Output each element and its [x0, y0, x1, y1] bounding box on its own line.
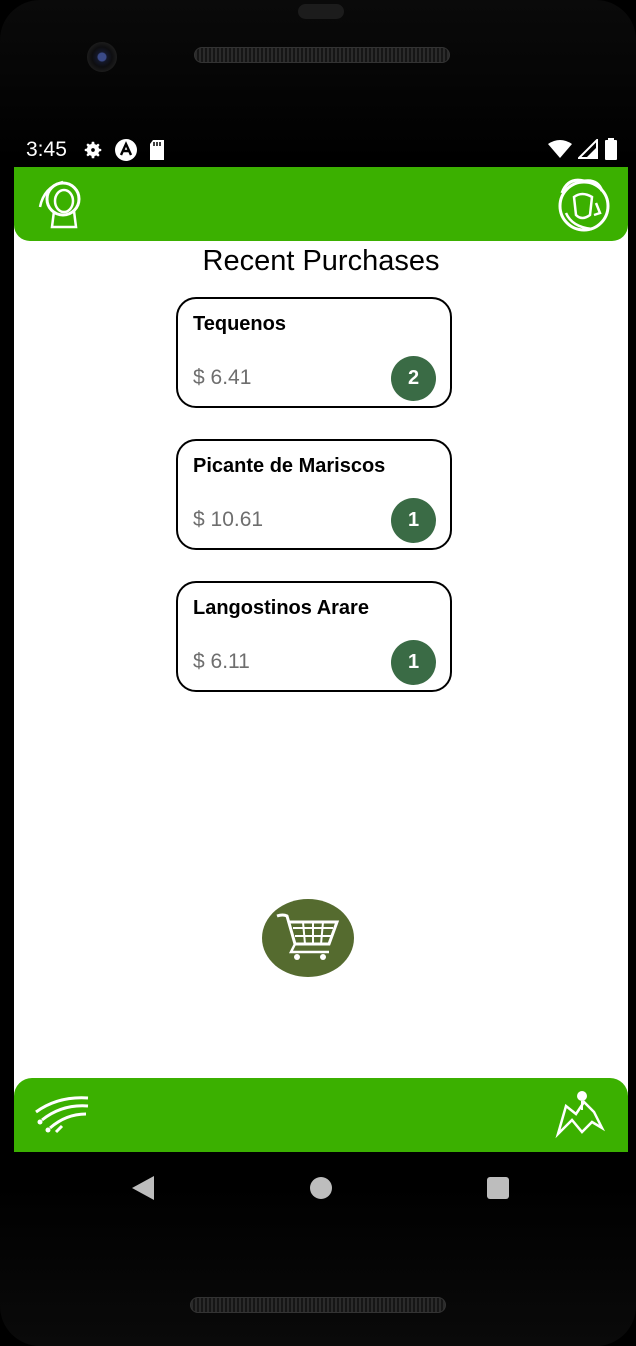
- quantity-badge: 2: [391, 356, 436, 401]
- purchase-price: $ 6.41: [193, 366, 252, 389]
- back-icon[interactable]: [130, 1174, 156, 1202]
- app-screen: Recent Purchases Tequenos $ 6.41 2 Pican…: [14, 167, 628, 1152]
- purchase-card[interactable]: Picante de Mariscos $ 10.61 1: [176, 439, 452, 550]
- settings-icon: [82, 139, 104, 166]
- purchase-name: Langostinos Arare: [193, 597, 369, 619]
- wifi-menu-icon: [34, 1096, 90, 1140]
- chef-logo-button[interactable]: [552, 173, 614, 235]
- map-button[interactable]: [554, 1088, 606, 1140]
- top-app-bar: [14, 167, 628, 241]
- wifi-icon: [548, 139, 572, 164]
- status-right-icons: [548, 137, 618, 165]
- purchase-price: $ 6.11: [193, 650, 250, 673]
- purchase-list: Tequenos $ 6.41 2 Picante de Mariscos $ …: [176, 297, 452, 723]
- system-nav-bar: [14, 1152, 628, 1224]
- status-left-icons: [82, 138, 166, 167]
- page-title: Recent Purchases: [202, 245, 440, 277]
- quantity-badge: 1: [391, 498, 436, 543]
- earpiece-speaker: [194, 47, 450, 63]
- purchase-name: Tequenos: [193, 313, 286, 335]
- a-logo-icon: [114, 138, 138, 167]
- cart-button[interactable]: [262, 899, 354, 977]
- recents-icon[interactable]: [487, 1177, 509, 1199]
- wifi-menu-button[interactable]: [34, 1092, 90, 1136]
- sd-card-icon: [148, 139, 166, 166]
- status-time: 3:45: [26, 138, 67, 161]
- front-camera: [87, 42, 117, 72]
- signal-icon: [576, 137, 598, 164]
- purchase-price: $ 10.61: [193, 508, 264, 531]
- purchase-card[interactable]: Tequenos $ 6.41 2: [176, 297, 452, 408]
- profile-button[interactable]: [34, 177, 92, 231]
- battery-icon: [604, 138, 618, 165]
- home-icon[interactable]: [310, 1177, 332, 1199]
- status-bar: 3:45: [14, 132, 628, 167]
- map-pin-icon: [554, 1091, 606, 1144]
- bottom-speaker: [190, 1297, 446, 1313]
- phone-notch: [298, 4, 344, 19]
- purchase-name: Picante de Mariscos: [193, 455, 386, 477]
- bottom-nav-bar: [14, 1078, 628, 1152]
- quantity-badge: 1: [391, 640, 436, 685]
- shopping-cart-icon: [275, 910, 341, 967]
- profile-icon: [34, 180, 92, 235]
- chef-logo-icon: [552, 178, 614, 239]
- purchase-card[interactable]: Langostinos Arare $ 6.11 1: [176, 581, 452, 692]
